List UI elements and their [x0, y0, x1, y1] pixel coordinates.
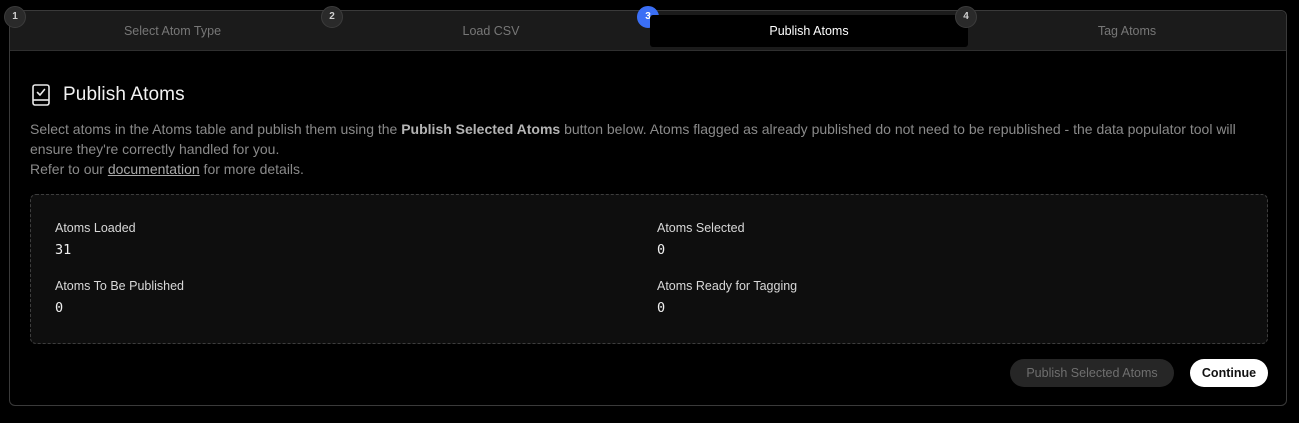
documentation-link[interactable]: documentation — [108, 161, 200, 177]
description-text: Select atoms in the Atoms table and publ… — [30, 121, 402, 137]
stat-atoms-loaded: Atoms Loaded 31 — [55, 221, 136, 258]
page-title: Publish Atoms — [63, 84, 185, 105]
stat-atoms-selected: Atoms Selected 0 — [657, 221, 745, 258]
continue-button[interactable]: Continue — [1190, 359, 1268, 387]
stat-atoms-ready-for-tagging: Atoms Ready for Tagging 0 — [657, 279, 797, 316]
stat-label: Atoms Selected — [657, 221, 745, 235]
stat-value: 31 — [55, 242, 72, 258]
step-label[interactable]: Select Atom Type — [10, 15, 335, 47]
step-label[interactable]: Tag Atoms — [968, 15, 1286, 47]
stat-label: Atoms Ready for Tagging — [657, 279, 798, 293]
wizard-panel: 1 Select Atom Type 2 Load CSV 3 Publish … — [4, 6, 1287, 406]
stat-value: 0 — [55, 300, 64, 316]
page-header: Publish Atoms — [30, 82, 185, 108]
stats-box: Atoms Loaded 31 Atoms Selected 0 Atoms T… — [30, 194, 1268, 344]
description-bold-text: Publish Selected Atoms — [401, 121, 561, 137]
description-text: for more details. — [199, 161, 304, 177]
page-description: Select atoms in the Atoms table and publ… — [30, 119, 1275, 179]
stat-value: 0 — [657, 300, 666, 316]
stat-label: Atoms To Be Published — [55, 279, 185, 293]
description-text: Refer to our — [30, 161, 108, 177]
stat-atoms-to-be-published: Atoms To Be Published 0 — [55, 279, 184, 316]
publish-selected-atoms-button[interactable]: Publish Selected Atoms — [1010, 359, 1174, 387]
stat-value: 0 — [657, 242, 666, 258]
step-label[interactable]: Publish Atoms — [650, 15, 968, 47]
stat-label: Atoms Loaded — [55, 221, 136, 235]
step-label[interactable]: Load CSV — [332, 15, 650, 47]
stepper: 1 Select Atom Type 2 Load CSV 3 Publish … — [4, 6, 1286, 51]
document-check-icon — [30, 83, 52, 107]
